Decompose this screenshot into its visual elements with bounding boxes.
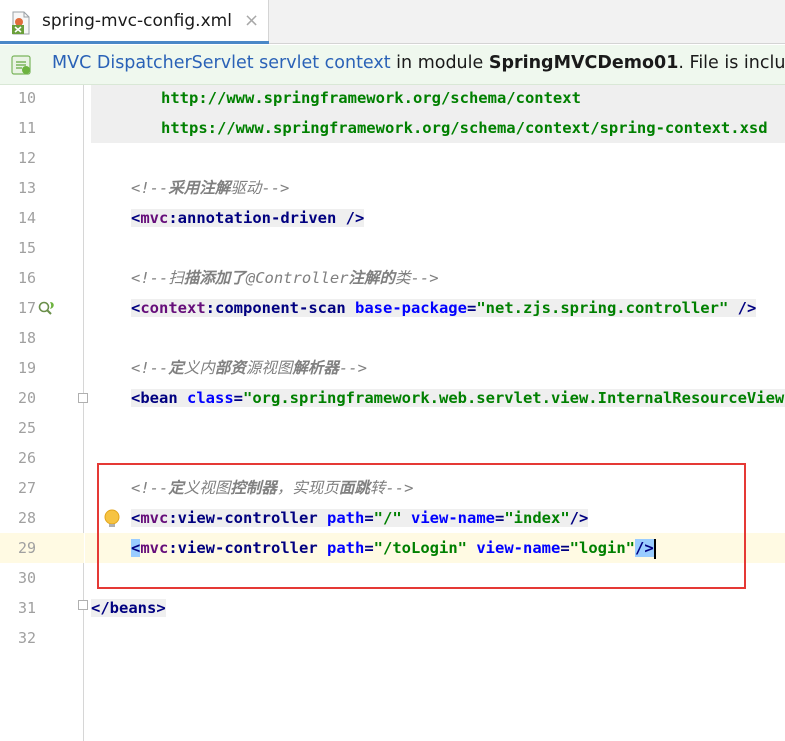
code-line-16: <!--扫描添加了@Controller注解的类--> (131, 269, 439, 287)
spring-bean-icon[interactable] (38, 300, 56, 316)
line-number: 14 (17, 209, 36, 227)
line-number: 13 (17, 179, 36, 197)
code-line-19: <!--定义内部资源视图解析器--> (131, 359, 367, 377)
line-number: 10 (17, 89, 36, 107)
line-number: 18 (17, 329, 36, 347)
line-number: 12 (17, 149, 36, 167)
banner-module-name: SpringMVCDemo01 (488, 53, 679, 73)
line-number-gutter[interactable]: 10 11 12 13 14 15 16 17 18 19 20 25 26 2… (0, 85, 120, 741)
line-number: 17 (17, 299, 36, 317)
code-line-20: <bean class="org.springframework.web.ser… (131, 383, 785, 413)
code-line-10: http://www.springframework.org/schema/co… (161, 89, 581, 107)
servlet-context-link[interactable]: MVC DispatcherServlet servlet context (52, 53, 391, 73)
line-number: 27 (17, 479, 36, 497)
line-number: 19 (17, 359, 36, 377)
line-number: 31 (17, 599, 36, 617)
code-line-13: <!--采用注解驱动--> (131, 179, 290, 197)
editor-tab-bar: spring-mvc-config.xml × (0, 0, 785, 44)
code-line-17: <context:component-scan base-package="ne… (131, 299, 757, 317)
banner-in-module: in module (390, 53, 489, 73)
line-number: 15 (17, 239, 36, 257)
file-tab[interactable]: spring-mvc-config.xml × (0, 0, 269, 44)
close-tab-icon[interactable]: × (244, 10, 259, 32)
spring-mvc-icon (11, 55, 31, 75)
line-number: 11 (17, 119, 36, 137)
context-info-banner: MVC DispatcherServlet servlet context in… (0, 45, 785, 85)
code-editor[interactable]: http://www.springframework.org/schema/co… (85, 85, 785, 741)
line-number: 28 (17, 509, 36, 527)
banner-text-after: . File is included (678, 53, 785, 73)
code-line-31: </beans> (91, 599, 166, 617)
line-number: 30 (17, 569, 36, 587)
code-line-14: <mvc:annotation-driven /> (131, 209, 365, 227)
annotation-highlight-box (97, 463, 746, 589)
line-number: 16 (17, 269, 36, 287)
line-number: 32 (17, 629, 36, 647)
tab-title: spring-mvc-config.xml (42, 11, 232, 31)
active-tab-indicator (0, 41, 269, 44)
line-number: 29 (17, 539, 36, 557)
banner-text: MVC DispatcherServlet servlet context in… (52, 53, 785, 73)
line-number: 20 (17, 389, 36, 407)
xml-file-icon (12, 11, 30, 35)
code-line-11: https://www.springframework.org/schema/c… (161, 119, 768, 137)
line-number: 26 (17, 449, 36, 467)
line-number: 25 (17, 419, 36, 437)
